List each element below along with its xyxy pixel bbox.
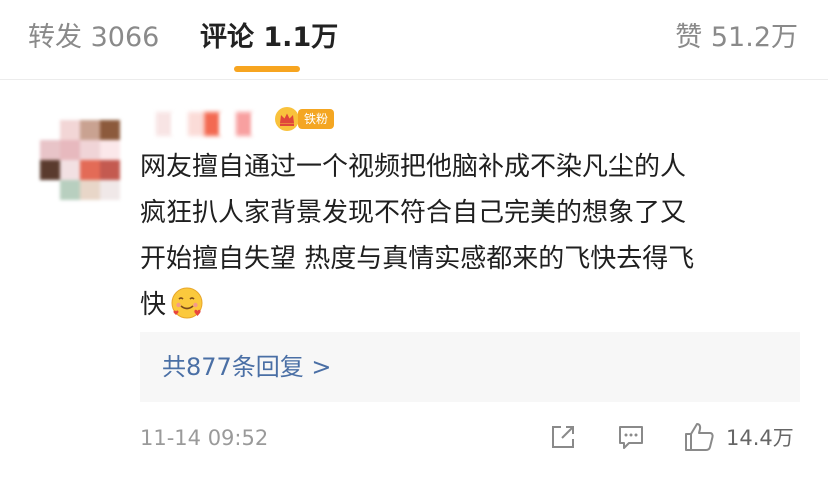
comment-line: 开始擅自失望 热度与真情实感都来的飞快去得飞 <box>140 244 695 274</box>
tab-repost[interactable]: 转发 3066 <box>28 18 159 58</box>
comment-timestamp: 11-14 09:52 <box>140 426 269 450</box>
crown-icon <box>275 107 299 131</box>
active-tab-indicator <box>234 66 300 72</box>
comment-line: 网友擅自通过一个视频把他脑补成不染凡尘的人 <box>140 152 687 182</box>
thumbs-up-icon[interactable] <box>682 420 716 454</box>
comment-line: 疯狂扒人家背景发现不符合自己完美的想象了又 <box>140 198 687 228</box>
smiling-face-with-hearts-icon <box>171 287 203 319</box>
replies-box[interactable]: 共877条回复 > <box>140 332 800 402</box>
tab-comment[interactable]: 评论 1.1万 <box>200 18 338 58</box>
avatar[interactable] <box>40 120 120 200</box>
iron-fan-badge: 铁粉 <box>274 106 335 132</box>
comment-line-last: 快 <box>140 282 800 328</box>
username-blurred[interactable] <box>140 112 268 136</box>
comment-text: 网友擅自通过一个视频把他脑补成不染凡尘的人 疯狂扒人家背景发现不符合自己完美的想… <box>140 144 800 328</box>
like-count: 14.4万 <box>726 426 794 450</box>
comment-footer: 11-14 09:52 14.4万 <box>140 420 800 456</box>
fan-badge-label: 铁粉 <box>298 109 335 129</box>
tab-like[interactable]: 赞 51.2万 <box>675 18 798 58</box>
share-icon[interactable] <box>548 422 578 452</box>
view-replies-link[interactable]: 共877条回复 > <box>162 332 332 402</box>
comment-line-text: 快 <box>140 290 167 320</box>
comment-icon[interactable] <box>616 422 646 452</box>
tab-bar: 转发 3066 评论 1.1万 赞 51.2万 <box>0 0 828 80</box>
